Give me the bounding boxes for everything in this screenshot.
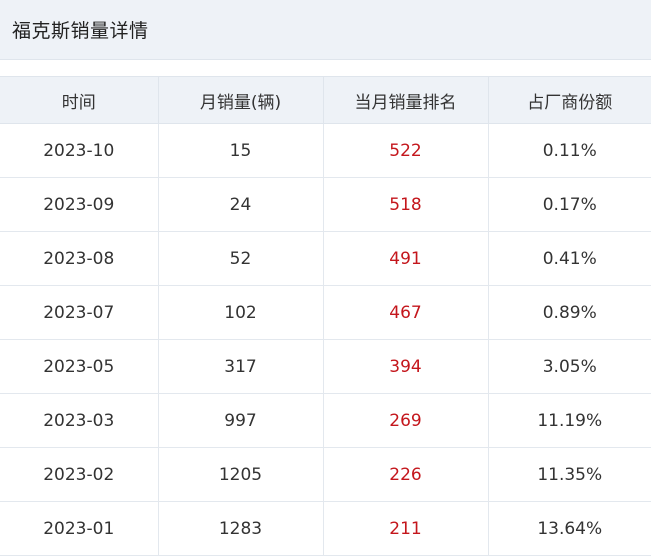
cell-sales: 1205 xyxy=(158,447,324,502)
cell-share: 3.05% xyxy=(488,339,651,394)
cell-rank: 467 xyxy=(323,285,489,340)
cell-month: 2023-02 xyxy=(0,447,159,502)
cell-share: 11.19% xyxy=(488,393,651,448)
table-row: 2023-03 997 269 11.19% xyxy=(0,393,651,448)
cell-rank: 491 xyxy=(323,231,489,286)
cell-sales: 317 xyxy=(158,339,324,394)
cell-rank: 518 xyxy=(323,177,489,232)
cell-rank: 211 xyxy=(323,501,489,556)
cell-month: 2023-03 xyxy=(0,393,159,448)
cell-share: 0.89% xyxy=(488,285,651,340)
cell-sales: 15 xyxy=(158,123,324,178)
cell-rank: 226 xyxy=(323,447,489,502)
panel-header: 福克斯销量详情 xyxy=(0,0,651,60)
cell-share: 0.11% xyxy=(488,123,651,178)
cell-share: 0.41% xyxy=(488,231,651,286)
column-header-manufacturer-share: 占厂商份额 xyxy=(488,76,651,124)
table-row: 2023-08 52 491 0.41% xyxy=(0,231,651,286)
table-row: 2023-02 1205 226 11.35% xyxy=(0,447,651,502)
table-row: 2023-01 1283 211 13.64% xyxy=(0,501,651,556)
sales-table: 时间 月销量(辆) 当月销量排名 占厂商份额 2023-10 15 522 0.… xyxy=(0,76,651,556)
cell-sales: 52 xyxy=(158,231,324,286)
panel-title: 福克斯销量详情 xyxy=(12,20,149,42)
cell-share: 13.64% xyxy=(488,501,651,556)
column-header-month: 时间 xyxy=(0,76,159,124)
table-header-row: 时间 月销量(辆) 当月销量排名 占厂商份额 xyxy=(0,76,651,124)
cell-share: 11.35% xyxy=(488,447,651,502)
cell-month: 2023-07 xyxy=(0,285,159,340)
spacer xyxy=(0,60,651,76)
column-header-monthly-rank: 当月销量排名 xyxy=(323,76,489,124)
table-row: 2023-10 15 522 0.11% xyxy=(0,123,651,178)
cell-sales: 997 xyxy=(158,393,324,448)
cell-month: 2023-10 xyxy=(0,123,159,178)
cell-sales: 102 xyxy=(158,285,324,340)
column-header-monthly-sales: 月销量(辆) xyxy=(158,76,324,124)
cell-sales: 1283 xyxy=(158,501,324,556)
cell-rank: 522 xyxy=(323,123,489,178)
cell-share: 0.17% xyxy=(488,177,651,232)
table-row: 2023-07 102 467 0.89% xyxy=(0,285,651,340)
table-row: 2023-09 24 518 0.17% xyxy=(0,177,651,232)
cell-sales: 24 xyxy=(158,177,324,232)
cell-rank: 394 xyxy=(323,339,489,394)
cell-month: 2023-01 xyxy=(0,501,159,556)
table-row: 2023-05 317 394 3.05% xyxy=(0,339,651,394)
cell-month: 2023-05 xyxy=(0,339,159,394)
cell-month: 2023-08 xyxy=(0,231,159,286)
cell-month: 2023-09 xyxy=(0,177,159,232)
cell-rank: 269 xyxy=(323,393,489,448)
